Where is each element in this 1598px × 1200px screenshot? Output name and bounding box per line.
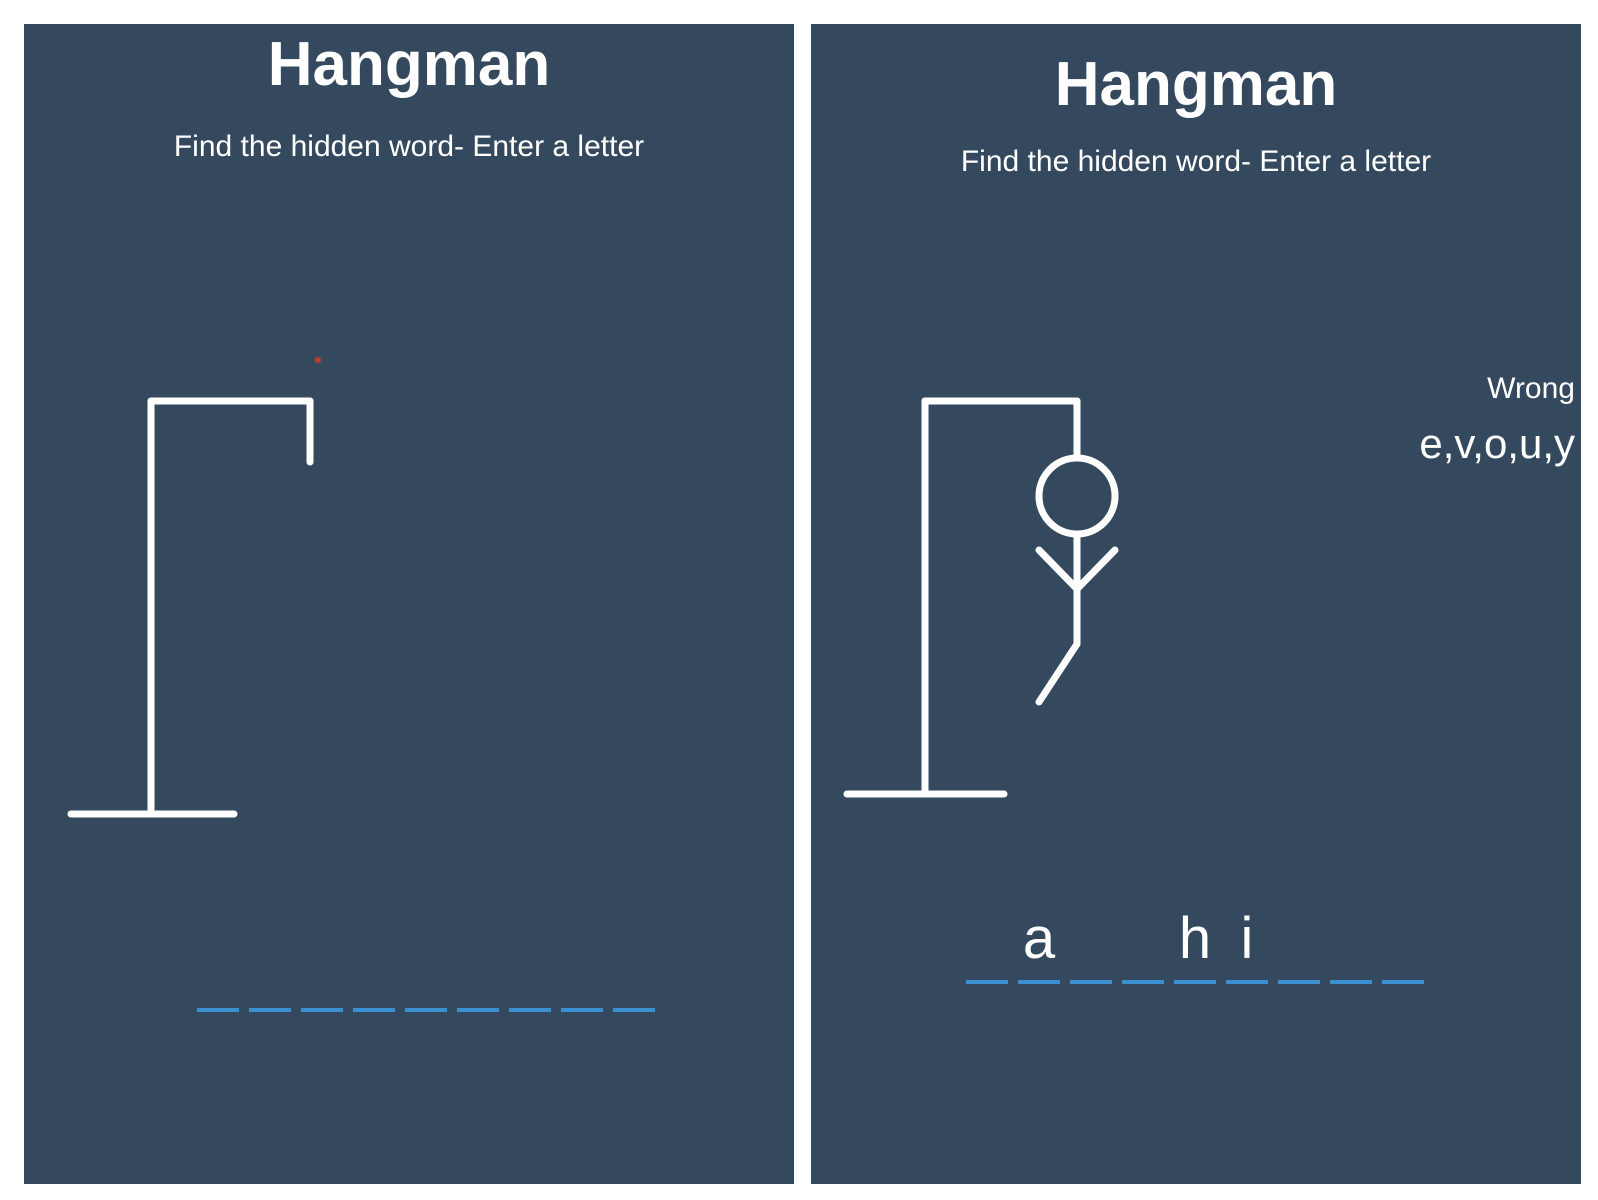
letter-dash [1278,980,1320,984]
letter-dash [1174,980,1216,984]
letter-dash [457,1008,499,1012]
letter-dash [561,1008,603,1012]
letter-dash [1018,980,1060,984]
hangman-right-arm [1073,546,1119,593]
letter-slot-char: i [1240,906,1254,971]
letter-dash [301,1008,343,1012]
letter-dash [197,1008,239,1012]
marker-dot [315,357,321,363]
letter-slot-char: h [1178,906,1212,971]
letter-slot-char: a [1022,906,1056,971]
wrong-guesses-list: e,v,o,u,y [1419,420,1575,467]
wrong-guesses-label: Wrong [1487,372,1575,405]
letter-dash [1382,980,1424,984]
hangman-drawing [843,397,1119,798]
hangman-left-arm [1035,546,1081,593]
letter-dash [613,1008,655,1012]
letter-dash [405,1008,447,1012]
hangman-left-leg [1035,640,1081,706]
letter-dash [1122,980,1164,984]
game-panel-right: Hangman Find the hidden word- Enter a le… [811,24,1581,1184]
game-panel-left: Hangman Find the hidden word- Enter a le… [24,24,794,1184]
letter-dash [966,980,1008,984]
letter-dash [249,1008,291,1012]
letter-dash [1330,980,1372,984]
letter-dash [1226,980,1268,984]
letter-dash [353,1008,395,1012]
hangman-head [1035,454,1119,538]
letter-dash [1070,980,1112,984]
letter-dash [509,1008,551,1012]
